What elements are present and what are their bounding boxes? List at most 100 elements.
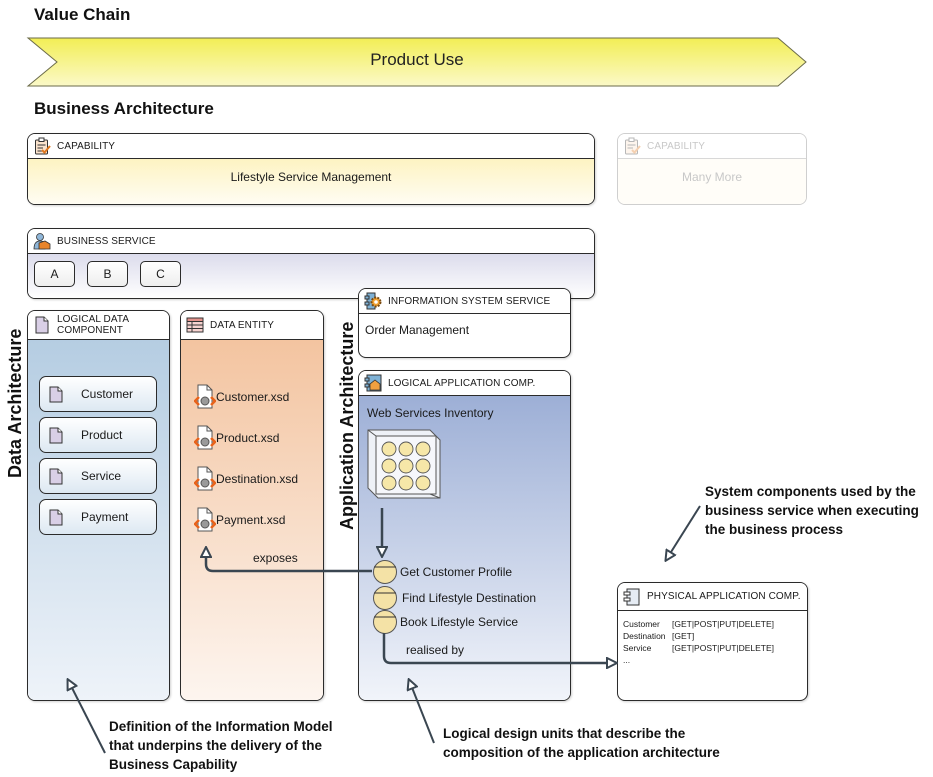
api-resource: Customer xyxy=(623,619,660,629)
interface-icon xyxy=(373,560,397,584)
web-service-label: Book Lifestyle Service xyxy=(400,615,519,629)
business-service-header: BUSINESS SERVICE xyxy=(28,229,594,254)
web-service-label: Get Customer Profile xyxy=(400,565,513,579)
api-row: Service [GET|POST|PUT|DELETE] xyxy=(623,642,807,654)
information-system-service-box[interactable]: INFORMATION SYSTEM SERVICE Order Managem… xyxy=(358,288,571,358)
data-component-item[interactable]: Product xyxy=(39,417,157,453)
document-icon xyxy=(49,427,63,443)
logical-data-component-box[interactable]: LOGICAL DATA COMPONENT Customer Product … xyxy=(27,310,170,701)
note-line: System components used by the xyxy=(705,484,916,499)
component-gear-icon xyxy=(364,292,382,310)
note-line: business service when executing xyxy=(705,503,919,518)
logical-data-component-header-line2: COMPONENT xyxy=(57,325,123,336)
note-system-components: System components used by the business s… xyxy=(705,482,919,539)
physical-application-component-body: Customer [GET|POST|PUT|DELETE] Destinatio… xyxy=(618,611,807,666)
capability-header-label: CAPABILITY xyxy=(57,140,116,152)
data-component-item-label: Customer xyxy=(81,387,134,401)
document-icon xyxy=(49,509,63,525)
api-resource: ... xyxy=(623,655,631,665)
physical-application-component-header-label: PHYSICAL APPLICATION COMP. xyxy=(647,591,801,602)
interface-icon xyxy=(373,586,397,610)
xml-schema-icon xyxy=(194,466,216,491)
physical-application-component-header: PHYSICAL APPLICATION COMP. xyxy=(618,583,807,611)
document-icon xyxy=(49,386,63,402)
xsd-file[interactable]: Destination.xsd xyxy=(194,466,298,492)
application-architecture-title: Application Architecture xyxy=(337,321,357,530)
xsd-file-label: Payment.xsd xyxy=(216,513,286,527)
capability-name: Lifestyle Service Management xyxy=(28,159,594,204)
business-service-item-a[interactable]: A xyxy=(34,261,75,287)
capability-header: CAPABILITY xyxy=(28,134,594,159)
api-row: ... xyxy=(623,654,807,666)
api-methods: [GET|POST|PUT|DELETE] xyxy=(672,619,775,629)
xsd-file-label: Destination.xsd xyxy=(216,472,299,486)
data-entity-header: DATA ENTITY xyxy=(181,311,323,340)
business-service-item-c[interactable]: C xyxy=(140,261,181,287)
logical-application-component-box[interactable]: LOGICAL APPLICATION COMP. Web Services I… xyxy=(358,370,571,701)
note-line: that underpins the delivery of the xyxy=(109,738,323,753)
logical-application-component-header-label: LOGICAL APPLICATION COMP. xyxy=(388,377,536,389)
clipboard-check-icon xyxy=(35,137,51,155)
clipboard-check-icon xyxy=(625,137,641,155)
logical-application-component-header: LOGICAL APPLICATION COMP. xyxy=(359,371,570,396)
web-service-item[interactable]: Get Customer Profile xyxy=(372,559,512,585)
xml-schema-icon xyxy=(194,384,216,409)
data-architecture-title: Data Architecture xyxy=(5,328,25,478)
component-icon xyxy=(623,588,640,605)
capability-more-header-label: CAPABILITY xyxy=(647,140,706,152)
interface-icon xyxy=(373,610,397,634)
table-icon xyxy=(186,317,204,333)
note-line: Business Capability xyxy=(109,757,238,772)
logical-application-component-name: Web Services Inventory xyxy=(367,406,494,420)
api-row: Destination [GET] xyxy=(623,630,807,642)
data-component-item[interactable]: Payment xyxy=(39,499,157,535)
information-system-service-header-label: INFORMATION SYSTEM SERVICE xyxy=(388,295,551,307)
web-service-item[interactable]: Find Lifestyle Destination xyxy=(372,585,536,611)
physical-application-component-box[interactable]: PHYSICAL APPLICATION COMP. Customer [GET|… xyxy=(617,582,808,701)
data-component-item[interactable]: Customer xyxy=(39,376,157,412)
business-service-header-label: BUSINESS SERVICE xyxy=(57,235,156,247)
capability-more-header: CAPABILITY xyxy=(618,134,806,159)
service-grid-icon[interactable] xyxy=(366,428,442,500)
logical-application-component-body: Web Services Inventory Get Customer Prof… xyxy=(359,396,570,700)
data-component-item-label: Payment xyxy=(81,510,129,524)
note-line: Logical design units that describe the xyxy=(443,726,686,741)
information-system-service-header: INFORMATION SYSTEM SERVICE xyxy=(359,289,570,314)
note-line: Definition of the Information Model xyxy=(109,719,333,734)
data-component-item[interactable]: Service xyxy=(39,458,157,494)
logical-data-component-header: LOGICAL DATA COMPONENT xyxy=(28,311,169,340)
xml-schema-icon xyxy=(194,507,216,532)
note-information-model: Definition of the Information Model that… xyxy=(109,717,332,774)
capability-more-box[interactable]: CAPABILITY Many More xyxy=(617,133,807,205)
component-app-icon xyxy=(364,374,382,392)
xsd-file[interactable]: Customer.xsd xyxy=(194,384,289,410)
xsd-file[interactable]: Payment.xsd xyxy=(194,507,285,533)
api-resource: Destination xyxy=(623,631,666,641)
api-methods: [GET|POST|PUT|DELETE] xyxy=(672,643,775,653)
xsd-file-label: Product.xsd xyxy=(216,431,280,445)
xml-schema-icon xyxy=(194,425,216,450)
person-service-icon xyxy=(33,233,51,250)
data-entity-box[interactable]: DATA ENTITY Customer.xsd Product.xsd Des… xyxy=(180,310,324,701)
document-icon xyxy=(35,316,49,334)
xsd-file[interactable]: Product.xsd xyxy=(194,425,279,451)
api-row: Customer [GET|POST|PUT|DELETE] xyxy=(623,618,807,630)
document-icon xyxy=(49,468,63,484)
realised-by-label: realised by xyxy=(406,643,465,657)
web-service-item[interactable]: Book Lifestyle Service xyxy=(372,609,518,635)
api-resource: Service xyxy=(623,643,652,653)
logical-data-component-body: Customer Product Service Payment xyxy=(28,340,169,700)
exposes-label: exposes xyxy=(253,551,298,565)
value-chain-stage-label: Product Use xyxy=(370,50,464,69)
data-component-item-label: Service xyxy=(81,469,122,483)
note-logical-design: Logical design units that describe the c… xyxy=(443,724,720,762)
note-line: the business process xyxy=(705,522,844,537)
business-service-item-b[interactable]: B xyxy=(87,261,128,287)
capability-box[interactable]: CAPABILITY Lifestyle Service Management xyxy=(27,133,595,205)
web-service-label: Find Lifestyle Destination xyxy=(402,591,537,605)
api-methods: [GET] xyxy=(672,631,695,641)
business-architecture-title: Business Architecture xyxy=(34,99,214,118)
capability-more-name: Many More xyxy=(618,159,806,204)
logical-data-component-header-line1: LOGICAL DATA xyxy=(57,314,130,325)
note-line: composition of the application architect… xyxy=(443,745,720,760)
